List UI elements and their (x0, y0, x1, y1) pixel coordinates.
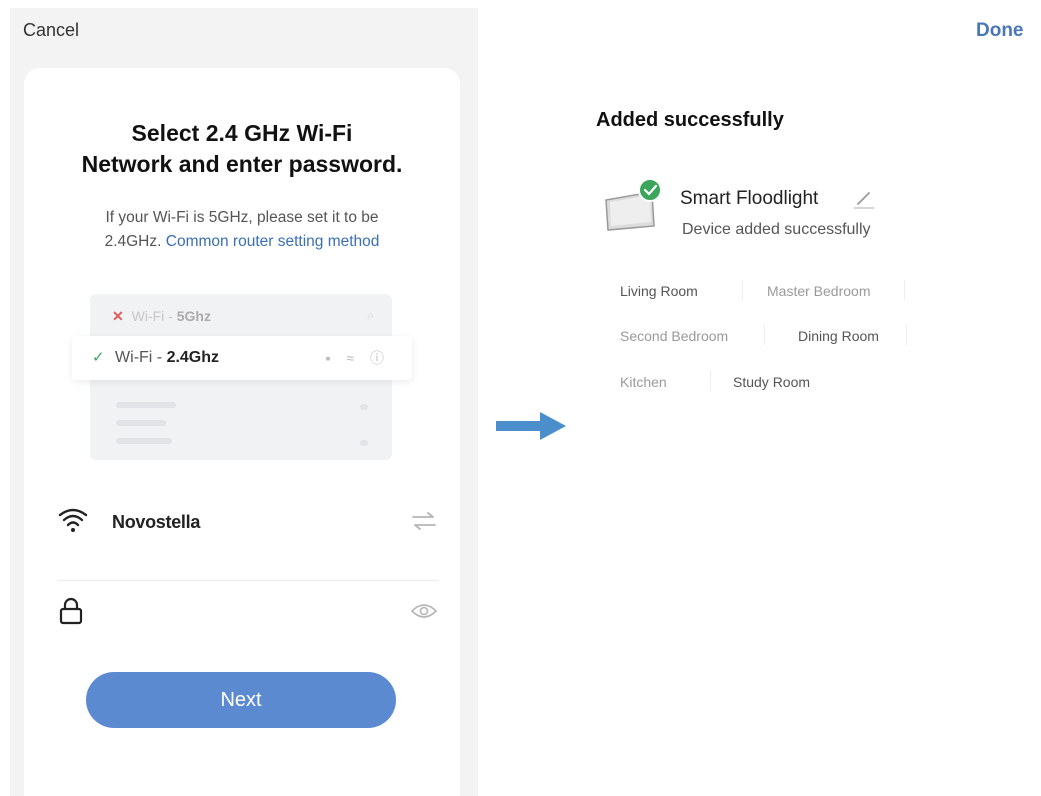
wifi-setup-screen: Cancel Select 2.4 GHz Wi-Fi Network and … (10, 8, 478, 796)
room-separator (904, 280, 905, 300)
row1-band: 5Ghz (176, 308, 211, 324)
placeholder-line (116, 420, 166, 426)
device-status: Device added successfully (682, 221, 871, 238)
placeholder-line (116, 402, 176, 408)
illustration-row-24ghz: ✓ Wi-Fi - 2.4Ghz ▪ ≈ ⓘ (72, 336, 412, 380)
arrow-right-icon (496, 412, 566, 440)
floodlight-device-image (605, 178, 662, 231)
cross-icon: ✕ (112, 308, 124, 324)
eye-icon[interactable] (410, 602, 438, 620)
check-badge-icon (638, 178, 662, 202)
room-chip[interactable]: Kitchen (620, 374, 667, 390)
title-line-1: Select 2.4 GHz Wi-Fi (131, 120, 353, 146)
row2-prefix: Wi-Fi - (115, 349, 167, 366)
page-title: Select 2.4 GHz Wi-Fi Network and enter p… (24, 118, 460, 180)
device-name: Smart Floodlight (680, 188, 819, 209)
lock-icon (59, 597, 83, 625)
room-chip[interactable]: Dining Room (798, 328, 879, 344)
title-line-2: Network and enter password. (81, 151, 403, 177)
room-separator (710, 371, 711, 391)
wifi-ssid: Novostella (112, 512, 201, 532)
subtitle-line-1: If your Wi-Fi is 5GHz, please set it to … (105, 209, 379, 226)
room-chip[interactable]: Second Bedroom (620, 328, 728, 344)
illustration-row-5ghz: ✕ Wi-Fi - 5Ghz ⌕ (90, 294, 392, 334)
wifi-icon (58, 508, 88, 532)
wifi-ssid-row[interactable]: Novostella (58, 504, 438, 544)
done-button[interactable]: Done (976, 20, 1024, 42)
wifi-setup-card: Select 2.4 GHz Wi-Fi Network and enter p… (24, 68, 460, 796)
subtitle-prefix: 2.4GHz. (104, 233, 162, 250)
row1-prefix: Wi-Fi - (131, 308, 177, 324)
placeholder-line (116, 438, 172, 444)
check-icon: ✓ (92, 349, 105, 366)
switch-network-icon[interactable] (410, 510, 438, 532)
room-separator (764, 325, 765, 345)
room-chip[interactable]: Study Room (733, 374, 810, 390)
subtitle-line-2: 2.4GHz. Common router setting method (44, 230, 440, 254)
lock-icon: ⌕ (367, 308, 374, 322)
row2-band: 2.4Ghz (166, 349, 220, 366)
placeholder-line (360, 404, 368, 410)
subtitle: If your Wi-Fi is 5GHz, please set it to … (44, 206, 440, 254)
router-setting-link[interactable]: Common router setting method (166, 233, 380, 250)
room-chip[interactable]: Master Bedroom (767, 283, 870, 299)
added-title: Added successfully (596, 109, 784, 131)
room-chip[interactable]: Living Room (620, 283, 698, 299)
divider (58, 580, 438, 581)
room-separator (906, 325, 907, 345)
cancel-button[interactable]: Cancel (23, 20, 79, 41)
room-separator (742, 280, 743, 300)
next-button[interactable]: Next (86, 672, 396, 728)
password-field[interactable] (58, 592, 438, 632)
signal-info-icons: ▪ ≈ ⓘ (325, 350, 390, 366)
placeholder-line (360, 440, 368, 446)
edit-pencil-icon[interactable] (852, 188, 876, 210)
wifi-band-illustration: ✕ Wi-Fi - 5Ghz ⌕ ✓ Wi-Fi - 2.4Ghz ▪ ≈ ⓘ (72, 290, 412, 462)
